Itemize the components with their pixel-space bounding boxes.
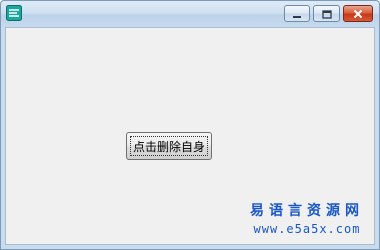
watermark: 易语言资源网 www.e5a5x.com xyxy=(250,200,364,236)
app-window: 点击删除自身 易语言资源网 www.e5a5x.com xyxy=(0,0,380,250)
app-icon[interactable] xyxy=(6,5,22,21)
maximize-button[interactable] xyxy=(313,5,340,22)
watermark-url: www.e5a5x.com xyxy=(253,222,361,236)
window-client-area: 点击删除自身 易语言资源网 www.e5a5x.com xyxy=(5,27,375,245)
watermark-chinese: 易语言资源网 xyxy=(250,203,364,219)
maximize-icon xyxy=(321,4,332,23)
title-bar[interactable] xyxy=(1,1,379,27)
minimize-button[interactable] xyxy=(284,5,310,22)
close-button[interactable] xyxy=(343,5,373,22)
close-icon xyxy=(353,4,363,23)
delete-self-button[interactable]: 点击删除自身 xyxy=(126,132,212,160)
minimize-icon xyxy=(292,4,302,23)
delete-self-button-label: 点击删除自身 xyxy=(132,139,205,154)
